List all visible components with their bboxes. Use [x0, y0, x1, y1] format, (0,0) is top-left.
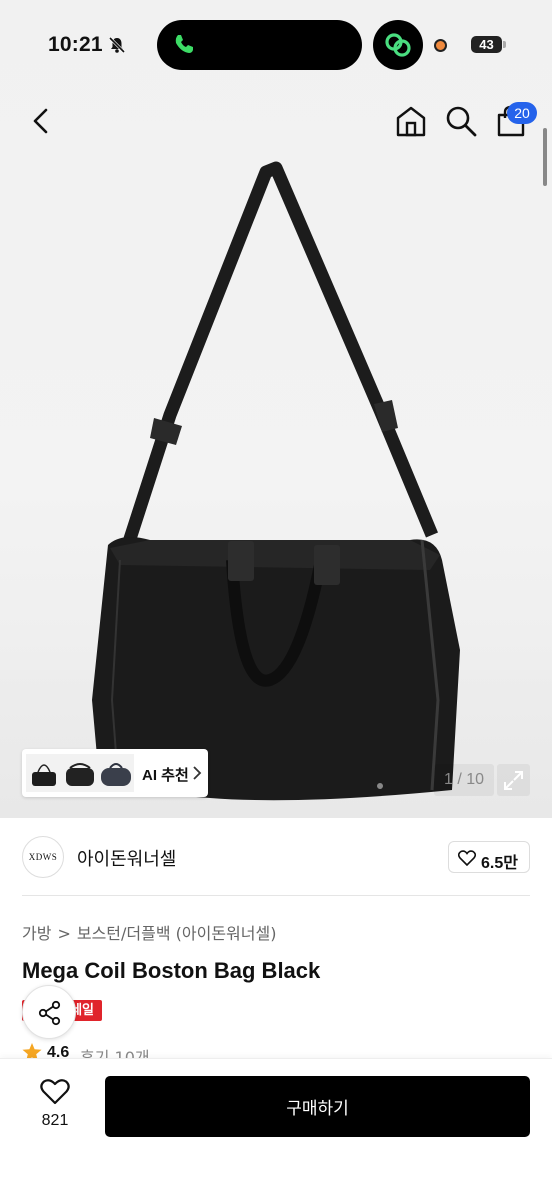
- product-title: Mega Coil Boston Bag Black: [22, 958, 321, 983]
- app-activity-icon[interactable]: [373, 20, 423, 70]
- image-counter: 1 / 10: [434, 764, 494, 796]
- brand-logo[interactable]: XDWS: [22, 836, 64, 878]
- brand-like-count: 6.5만: [481, 855, 518, 872]
- ai-recommend-button[interactable]: AI 추천: [22, 749, 208, 797]
- cart-count-badge: 20: [507, 102, 537, 124]
- search-icon[interactable]: [444, 104, 478, 138]
- breadcrumb-separator: >: [57, 924, 71, 943]
- chevron-right-icon: [193, 766, 202, 780]
- wish-count: 821: [41, 1112, 69, 1129]
- buy-button[interactable]: 구매하기: [105, 1076, 530, 1137]
- battery-indicator: 43: [471, 36, 502, 53]
- brand-like-button[interactable]: 6.5만: [448, 841, 530, 873]
- status-time: 10:21: [48, 33, 103, 56]
- breadcrumb-item[interactable]: 보스턴/더플백 (아이돈워너셀): [77, 924, 277, 943]
- home-icon[interactable]: [394, 104, 428, 138]
- breadcrumb-item[interactable]: 가방: [22, 924, 51, 943]
- bell-off-icon: [108, 36, 126, 54]
- heart-icon: [458, 850, 476, 866]
- expand-button[interactable]: [497, 764, 530, 796]
- battery-nub: [503, 41, 506, 48]
- status-bar: 10:21 43: [0, 0, 552, 90]
- back-icon[interactable]: [24, 104, 56, 138]
- breadcrumb: 가방 > 보스턴/더플백 (아이돈워너셀): [22, 920, 276, 944]
- share-icon: [38, 1000, 61, 1026]
- phone-icon: [175, 35, 193, 53]
- heart-icon[interactable]: [40, 1079, 70, 1105]
- expand-icon: [504, 771, 523, 790]
- recording-dot: [434, 39, 447, 52]
- ai-recommend-label: AI 추천: [142, 767, 189, 784]
- recommend-thumb-1: [26, 754, 62, 792]
- scroll-indicator: [543, 128, 547, 186]
- recommend-thumb-3: [98, 754, 134, 792]
- brand-name[interactable]: 아이돈워너셀: [77, 845, 176, 871]
- share-button[interactable]: [22, 985, 76, 1039]
- dynamic-island[interactable]: [157, 20, 362, 70]
- recommend-thumb-2: [62, 754, 98, 792]
- divider: [22, 895, 530, 896]
